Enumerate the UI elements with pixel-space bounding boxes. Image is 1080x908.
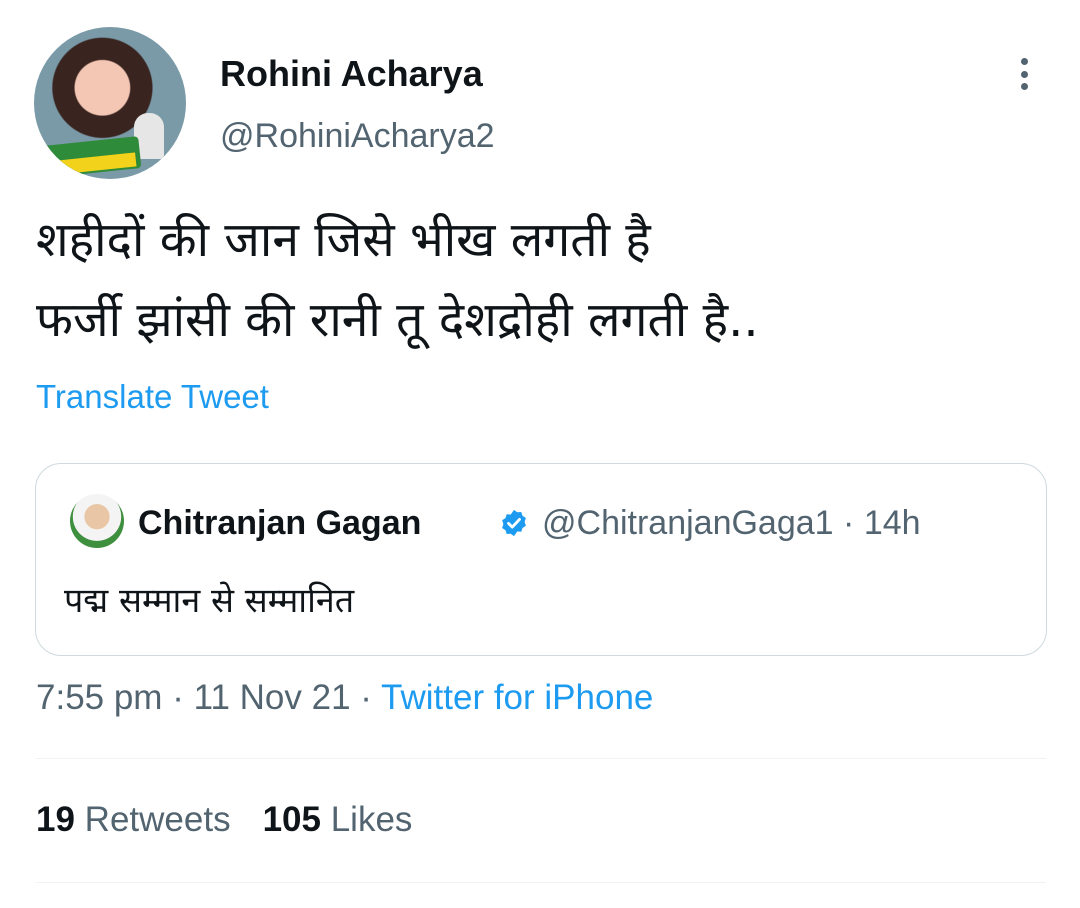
quoted-author-meta: @ChitranjanGaga1 · 14h (542, 504, 921, 543)
meta-separator: · (843, 504, 855, 542)
quoted-tweet-age: 14h (863, 504, 921, 542)
divider (36, 882, 1046, 883)
tweet-line: शहीदों की जान जिसे भीख लगती है (36, 212, 651, 268)
retweets-label: Retweets (84, 800, 231, 839)
more-dot (1020, 70, 1028, 78)
author-avatar[interactable] (34, 27, 186, 179)
verified-badge-icon (502, 509, 526, 537)
tweet-text: शहीदों की जान जिसे भीख लगती है फर्जी झां… (36, 200, 1046, 360)
quoted-author-handle: @ChitranjanGaga1 (542, 504, 834, 542)
author-handle[interactable]: @RohiniAcharya2 (220, 117, 495, 156)
likes-stat[interactable]: 105 Likes (263, 800, 413, 839)
more-dot (1020, 83, 1028, 90)
meta-separator: · (360, 678, 372, 717)
more-dot (1020, 58, 1028, 65)
tweet-time[interactable]: 7:55 pm (36, 678, 162, 717)
tweet-stats: 19 Retweets 105 Likes (36, 800, 412, 840)
likes-count: 105 (262, 800, 321, 839)
quoted-tweet-card[interactable]: Chitranjan Gagan @ChitranjanGaga1 · 14h … (35, 463, 1047, 656)
quoted-author-avatar[interactable] (70, 494, 124, 548)
tweet-date[interactable]: 11 Nov 21 (194, 678, 351, 717)
likes-label: Likes (330, 800, 413, 839)
divider (36, 758, 1046, 759)
meta-separator: · (172, 678, 184, 717)
translate-tweet-link[interactable]: Translate Tweet (36, 378, 269, 416)
tweet-source-link[interactable]: Twitter for iPhone (381, 678, 653, 717)
tweet-meta: 7:55 pm · 11 Nov 21 · Twitter for iPhone (36, 678, 653, 718)
quoted-author-name: Chitranjan Gagan (138, 504, 422, 542)
more-options-icon[interactable] (1010, 56, 1038, 92)
author-display-name[interactable]: Rohini Acharya (220, 53, 483, 95)
retweets-count: 19 (36, 800, 75, 839)
tweet-detail: Rohini Acharya @RohiniAcharya2 शहीदों की… (0, 0, 1080, 908)
quoted-tweet-text: पद्म सम्मान से सम्मानित (64, 581, 355, 621)
retweets-stat[interactable]: 19 Retweets (36, 800, 231, 839)
tweet-line: फर्जी झांसी की रानी तू देशद्रोही लगती है… (36, 292, 759, 348)
